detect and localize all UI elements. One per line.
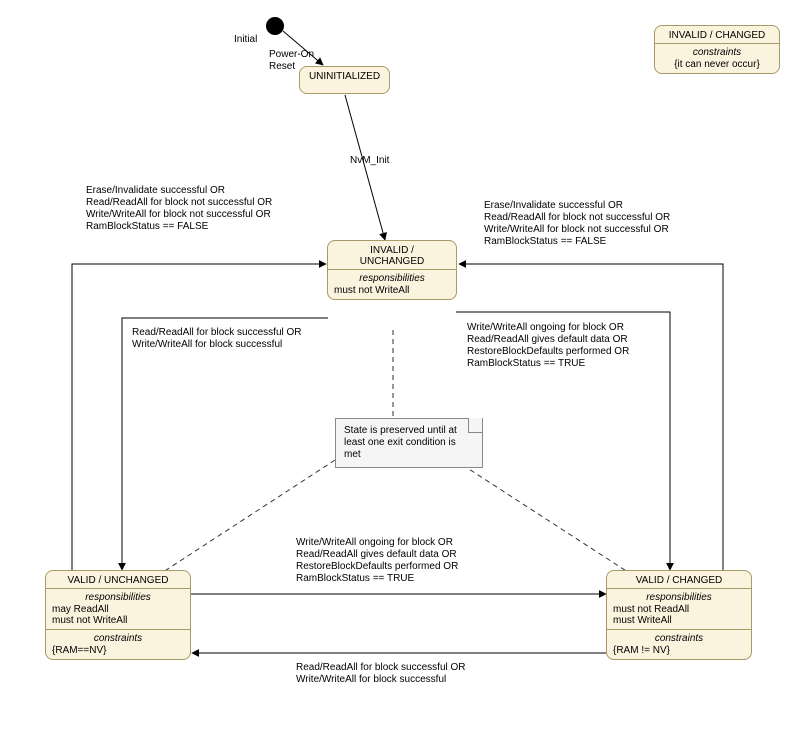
trans-right-down-label: Write/WriteAll ongoing for block OR Read… [467,322,629,370]
trans-right-up-label: Erase/Invalidate successful OR Read/Read… [484,200,670,248]
state-invalid-changed-con: constraints {it can never occur} [655,43,779,73]
state-valid-unchanged-resp: responsibilities may ReadAll must not Wr… [46,588,190,629]
initial-state [266,17,284,35]
trans-vu-to-vc-label: Write/WriteAll ongoing for block OR Read… [296,537,458,585]
con-body: {RAM != NV} [613,645,745,656]
state-invalid-changed: INVALID / CHANGED constraints {it can ne… [654,25,780,74]
state-valid-unchanged-con: constraints {RAM==NV} [46,629,190,659]
note-text: State is preserved until at least one ex… [344,425,457,460]
state-invalid-unchanged: INVALID / UNCHANGED responsibilities mus… [327,240,457,300]
trans-vc-to-vu-label: Read/ReadAll for block successful OR Wri… [296,662,466,686]
note-preserve-state: State is preserved until at least one ex… [335,418,483,468]
state-valid-unchanged-title: VALID / UNCHANGED [46,571,190,588]
con-hdr: constraints [613,633,745,644]
resp-hdr: responsibilities [334,273,450,284]
resp-body: must not ReadAll must WriteAll [613,604,745,626]
state-valid-unchanged: VALID / UNCHANGED responsibilities may R… [45,570,191,660]
con-hdr: constraints [52,633,184,644]
resp-body: must not WriteAll [334,285,450,296]
state-uninitialized: UNINITIALIZED [299,66,390,94]
state-uninitialized-title: UNINITIALIZED [300,67,389,84]
state-invalid-unchanged-resp: responsibilities must not WriteAll [328,269,456,299]
state-valid-changed-con: constraints {RAM != NV} [607,629,751,659]
state-valid-changed-title: VALID / CHANGED [607,571,751,588]
state-valid-changed-resp: responsibilities must not ReadAll must W… [607,588,751,629]
resp-hdr: responsibilities [613,592,745,603]
trans-left-up-label: Erase/Invalidate successful OR Read/Read… [86,185,272,233]
state-valid-changed: VALID / CHANGED responsibilities must no… [606,570,752,660]
state-diagram-canvas: Initial Power-On Reset UNINITIALIZED NvM… [0,0,795,737]
resp-hdr: responsibilities [52,592,184,603]
con-hdr: constraints [661,47,773,58]
state-invalid-changed-title: INVALID / CHANGED [655,26,779,43]
con-body: {it can never occur} [661,59,773,70]
initial-label: Initial [234,34,257,46]
state-invalid-unchanged-title: INVALID / UNCHANGED [328,241,456,269]
con-body: {RAM==NV} [52,645,184,656]
nvm-init-label: NvM_Init [350,155,389,167]
resp-body: may ReadAll must not WriteAll [52,604,184,626]
trans-left-down-label: Read/ReadAll for block successful OR Wri… [132,327,302,351]
